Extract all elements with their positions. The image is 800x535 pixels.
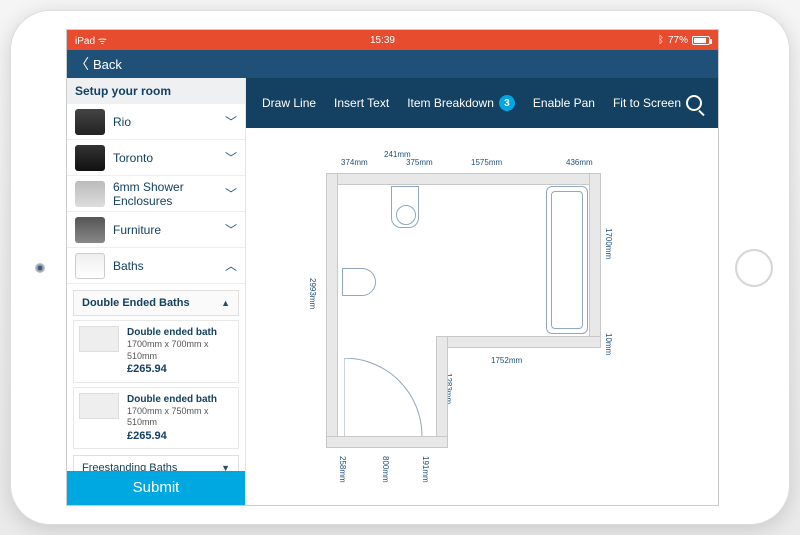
- subgroup-double-ended[interactable]: Double Ended Baths ▲: [73, 290, 239, 316]
- wall-step-h: [436, 336, 601, 348]
- fixture-basin[interactable]: [342, 268, 376, 296]
- category-furniture[interactable]: Furniture ﹀: [67, 212, 245, 248]
- battery-percent: 77%: [668, 35, 688, 46]
- wall-step-v: [436, 336, 448, 448]
- tool-item-breakdown[interactable]: Item Breakdown 3: [407, 95, 515, 111]
- product-item[interactable]: Double ended bath 1700mm x 750mm x 510mm…: [73, 387, 239, 450]
- chevron-down-icon: ﹀: [225, 185, 237, 202]
- dim-top-5: 436mm: [566, 158, 593, 167]
- category-thumb: [75, 253, 105, 279]
- tool-fit-to-screen[interactable]: Fit to Screen: [613, 95, 702, 111]
- subgroup-title: Double Ended Baths: [82, 297, 190, 309]
- tool-draw-line[interactable]: Draw Line: [262, 96, 316, 110]
- bluetooth-icon: ᛒ: [658, 35, 664, 46]
- dim-left: 2993mm: [308, 278, 317, 309]
- dim-bottom-3: 191mm: [421, 456, 430, 483]
- dim-top-3: 375mm: [406, 158, 433, 167]
- dim-right-2: 10mm: [604, 333, 613, 355]
- product-info: Double ended bath 1700mm x 700mm x 510mm…: [127, 326, 233, 377]
- chevron-down-icon: ﹀: [225, 149, 237, 166]
- back-button[interactable]: Back: [93, 57, 122, 72]
- category-toronto[interactable]: Toronto ﹀: [67, 140, 245, 176]
- fixture-toilet[interactable]: [391, 186, 419, 228]
- product-dims: 1700mm x 750mm x 510mm: [127, 406, 233, 429]
- dim-right-1: 1700mm: [604, 228, 613, 259]
- sidebar: Setup your room Rio ﹀ Toronto ﹀ 6mm: [67, 78, 246, 505]
- nav-bar: 〈 Back: [67, 50, 718, 78]
- content-area: Setup your room Rio ﹀ Toronto ﹀ 6mm: [67, 78, 718, 505]
- dim-bottom-2: 800mm: [381, 456, 390, 483]
- sidebar-title: Setup your room: [67, 78, 245, 104]
- main-area: Draw Line Insert Text Item Breakdown 3 E…: [246, 78, 718, 505]
- chevron-up-icon: ︿: [225, 257, 237, 274]
- category-thumb: [75, 145, 105, 171]
- tablet-camera: [35, 263, 45, 273]
- dim-inner-h: 1752mm: [491, 356, 522, 365]
- device-label: iPad: [75, 36, 95, 47]
- product-dims: 1700mm x 700mm x 510mm: [127, 339, 233, 362]
- category-thumb: [75, 109, 105, 135]
- tool-enable-pan[interactable]: Enable Pan: [533, 96, 595, 110]
- dim-top-4: 1575mm: [471, 158, 502, 167]
- product-price: £265.94: [127, 362, 233, 376]
- wifi-icon: ᯤ: [98, 36, 107, 47]
- triangle-up-icon: ▲: [221, 298, 230, 308]
- status-left: iPad ᯤ: [75, 33, 107, 47]
- status-right: ᛒ 77%: [658, 35, 710, 46]
- dim-top-1: 374mm: [341, 158, 368, 167]
- floorplan: 374mm 241mm 375mm 1575mm 436mm 2993mm 17…: [296, 158, 626, 488]
- dim-bottom-1: 258mm: [338, 456, 347, 483]
- triangle-down-icon: ▼: [221, 463, 230, 471]
- wall-right-upper: [589, 173, 601, 348]
- toolbar: Draw Line Insert Text Item Breakdown 3 E…: [246, 78, 718, 128]
- category-rio[interactable]: Rio ﹀: [67, 104, 245, 140]
- floorplan-canvas[interactable]: 374mm 241mm 375mm 1575mm 436mm 2993mm 17…: [246, 128, 718, 505]
- category-thumb: [75, 181, 105, 207]
- category-label: 6mm Shower Enclosures: [113, 180, 217, 208]
- magnifier-icon: [686, 95, 702, 111]
- status-bar: iPad ᯤ 15:39 ᛒ 77%: [67, 30, 718, 50]
- category-label: Rio: [113, 115, 217, 129]
- category-label: Baths: [113, 259, 217, 273]
- chevron-down-icon: ﹀: [225, 113, 237, 130]
- product-name: Double ended bath: [127, 393, 233, 406]
- product-price: £265.94: [127, 429, 233, 443]
- submit-button[interactable]: Submit: [67, 471, 245, 505]
- category-label: Furniture: [113, 223, 217, 237]
- product-thumb: [79, 326, 119, 352]
- product-thumb: [79, 393, 119, 419]
- subgroup-freestanding[interactable]: Freestanding Baths ▼: [73, 455, 239, 471]
- subgroup-title: Freestanding Baths: [82, 462, 177, 471]
- door-swing: [344, 358, 424, 438]
- tool-insert-text[interactable]: Insert Text: [334, 96, 389, 110]
- category-shower-enclosures[interactable]: 6mm Shower Enclosures ﹀: [67, 176, 245, 212]
- fixture-bath[interactable]: [546, 186, 588, 334]
- breakdown-count-badge: 3: [499, 95, 515, 111]
- sidebar-scroll[interactable]: Rio ﹀ Toronto ﹀ 6mm Shower Enclosures ﹀: [67, 104, 245, 471]
- chevron-down-icon: ﹀: [225, 221, 237, 238]
- battery-icon: [692, 36, 710, 45]
- app-screen: iPad ᯤ 15:39 ᛒ 77% 〈 Back Setup your roo…: [66, 29, 719, 506]
- product-name: Double ended bath: [127, 326, 233, 339]
- product-item[interactable]: Double ended bath 1700mm x 700mm x 510mm…: [73, 320, 239, 383]
- wall-top: [326, 173, 601, 185]
- back-chevron-icon[interactable]: 〈: [75, 54, 89, 74]
- product-info: Double ended bath 1700mm x 750mm x 510mm…: [127, 393, 233, 444]
- home-button[interactable]: [735, 249, 773, 287]
- wall-left: [326, 173, 338, 448]
- category-baths[interactable]: Baths ︿: [67, 248, 245, 284]
- status-time: 15:39: [370, 35, 395, 46]
- category-label: Toronto: [113, 151, 217, 165]
- category-thumb: [75, 217, 105, 243]
- tablet-frame: iPad ᯤ 15:39 ᛒ 77% 〈 Back Setup your roo…: [10, 10, 790, 525]
